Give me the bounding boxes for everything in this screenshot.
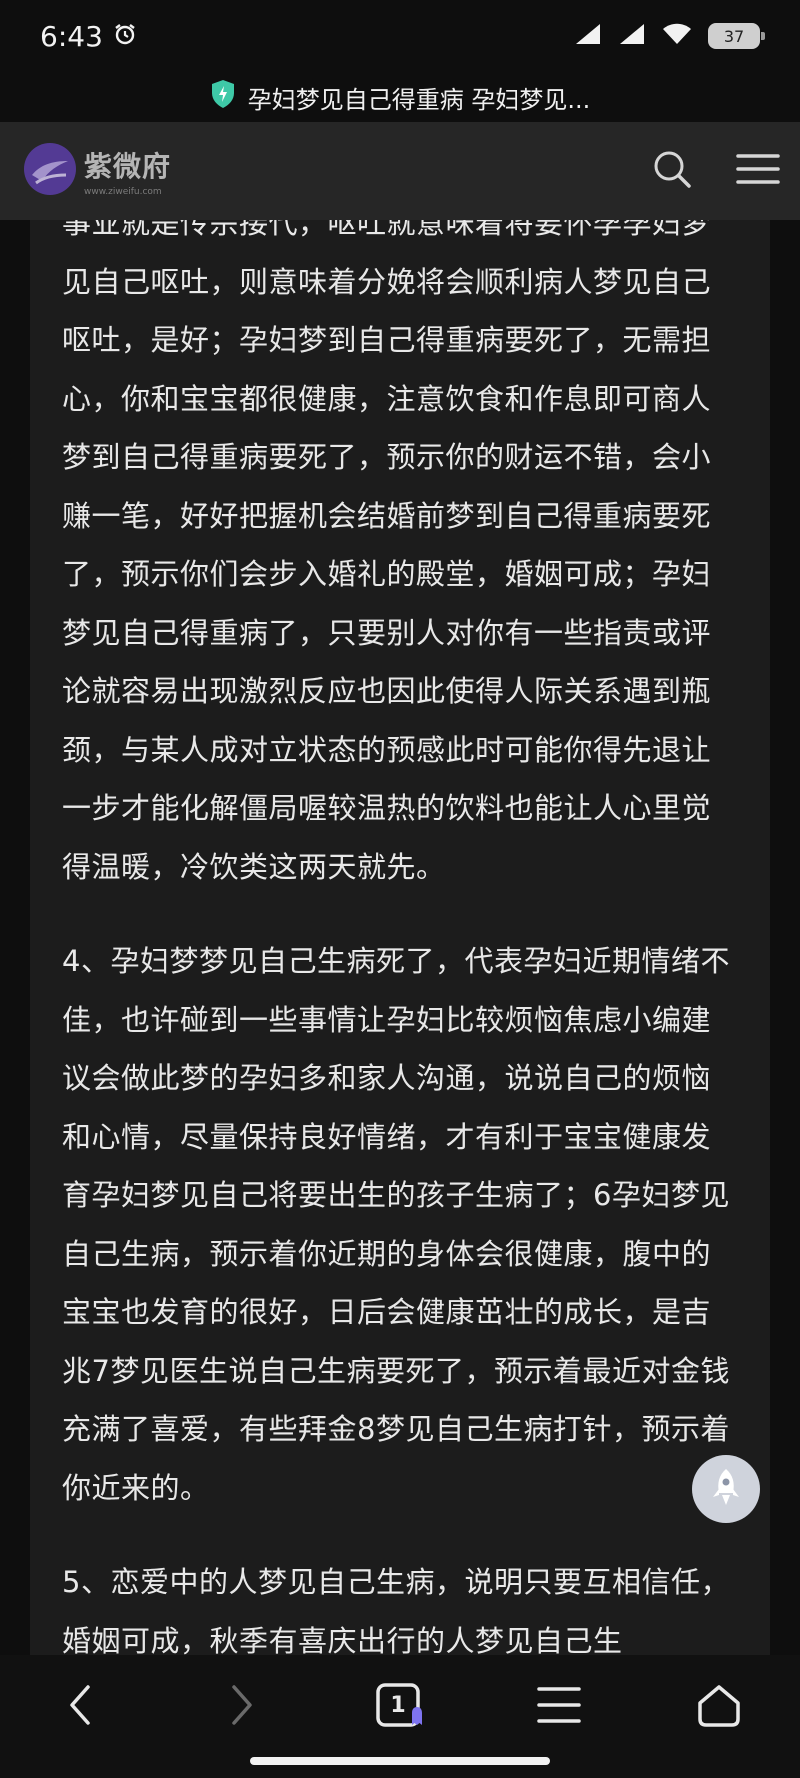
back-to-top-button[interactable] (692, 1455, 760, 1523)
home-button[interactable] (696, 1683, 742, 1733)
logo-icon (22, 141, 78, 201)
chevron-right-icon (220, 1683, 260, 1731)
logo-text: 紫微府 www.ziweifu.com (84, 145, 171, 197)
site-logo[interactable]: 紫微府 www.ziweifu.com (22, 141, 171, 201)
home-indicator[interactable] (250, 1757, 550, 1765)
forward-button[interactable] (220, 1683, 260, 1731)
header-actions (652, 149, 780, 193)
rocket-icon (709, 1467, 743, 1511)
hamburger-icon (537, 1683, 581, 1731)
tab-count: 1 (390, 1692, 406, 1718)
back-button[interactable] (62, 1683, 102, 1731)
alarm-icon (113, 20, 137, 53)
tabs-icon: 1 (376, 1683, 426, 1731)
logo-url: www.ziweifu.com (84, 187, 162, 197)
status-bar: 6:43 37 (0, 0, 800, 72)
article-paragraph: 5、恋爱中的人梦见自己生病，说明只要互相信任，婚姻可成，秋季有喜庆出行的人梦见自… (62, 1565, 730, 1655)
status-left: 6:43 (40, 20, 137, 53)
article-paragraph: 事业就是传宗接代，呕吐就意味着将要怀孕孕妇梦见自己呕吐，则意味着分娩将会顺利病人… (62, 220, 712, 884)
menu-button[interactable] (537, 1683, 581, 1731)
battery-level: 37 (723, 26, 745, 46)
site-header: 紫微府 www.ziweifu.com (0, 122, 800, 220)
signal-icon-2 (618, 22, 646, 50)
url-bar[interactable]: 孕妇梦见自己得重病 孕妇梦见... (0, 72, 800, 122)
bottom-nav: 1 (0, 1655, 800, 1778)
signal-icon-1 (574, 22, 602, 50)
tabs-button[interactable]: 1 (376, 1683, 426, 1731)
chevron-left-icon (62, 1683, 102, 1731)
home-icon (696, 1683, 742, 1733)
article-paragraph: 4、孕妇梦梦见自己生病死了，代表孕妇近期情绪不佳，也许碰到一些事情让孕妇比较烦恼… (62, 944, 730, 1505)
search-icon[interactable] (652, 149, 692, 193)
status-right: 37 (574, 22, 765, 50)
shield-icon (210, 79, 236, 115)
status-time: 6:43 (40, 19, 103, 53)
menu-icon[interactable] (736, 153, 780, 189)
wifi-icon (662, 22, 692, 50)
battery-icon: 37 (708, 23, 765, 49)
page-title: 孕妇梦见自己得重病 孕妇梦见... (247, 85, 591, 114)
article-body: 事业就是传宗接代，呕吐就意味着将要怀孕孕妇梦见自己呕吐，则意味着分娩将会顺利病人… (62, 220, 738, 1655)
logo-name: 紫微府 (84, 150, 172, 183)
content-panel: 事业就是传宗接代，呕吐就意味着将要怀孕孕妇梦见自己呕吐，则意味着分娩将会顺利病人… (30, 220, 770, 1655)
